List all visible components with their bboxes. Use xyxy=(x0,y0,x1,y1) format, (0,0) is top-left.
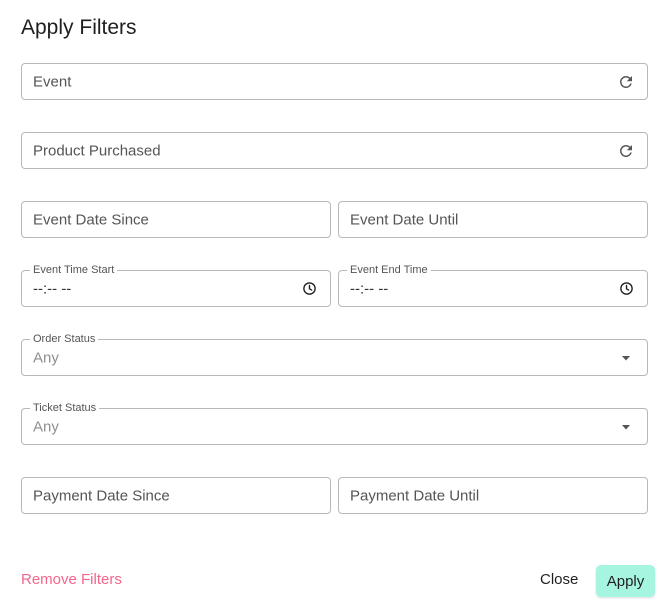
clock-icon[interactable] xyxy=(300,280,318,298)
dropdown-arrow-icon[interactable] xyxy=(617,349,635,367)
dropdown-arrow-icon[interactable] xyxy=(617,418,635,436)
payment-date-since-input[interactable]: Payment Date Since xyxy=(21,477,331,514)
ticket-status-label: Ticket Status xyxy=(30,402,100,415)
refresh-icon[interactable] xyxy=(617,73,635,91)
ticket-status-value: Any xyxy=(33,418,59,435)
apply-filters-dialog: Apply Filters Event Product Purchased Ev… xyxy=(0,0,670,604)
event-placeholder: Event xyxy=(33,73,72,90)
event-time-start-value: --:-- -- xyxy=(33,280,72,297)
refresh-icon[interactable] xyxy=(617,142,635,160)
event-input[interactable]: Event xyxy=(21,63,648,100)
payment-date-since-placeholder: Payment Date Since xyxy=(33,487,170,504)
order-status-label: Order Status xyxy=(30,333,99,346)
payment-date-until-placeholder: Payment Date Until xyxy=(350,487,480,504)
ticket-status-select[interactable]: Ticket Status Any xyxy=(21,402,648,445)
payment-date-until-input[interactable]: Payment Date Until xyxy=(338,477,648,514)
close-button[interactable]: Close xyxy=(540,571,578,588)
remove-filters-button[interactable]: Remove Filters xyxy=(21,571,122,588)
order-status-value: Any xyxy=(33,349,59,366)
clock-icon[interactable] xyxy=(617,280,635,298)
event-date-since-input[interactable]: Event Date Since xyxy=(21,201,331,238)
event-end-time-input[interactable]: Event End Time --:-- -- xyxy=(338,264,648,307)
event-date-until-input[interactable]: Event Date Until xyxy=(338,201,648,238)
product-purchased-placeholder: Product Purchased xyxy=(33,142,161,159)
dialog-title: Apply Filters xyxy=(21,16,137,39)
apply-button[interactable]: Apply xyxy=(596,565,655,597)
event-time-start-label: Event Time Start xyxy=(30,264,118,277)
event-end-time-label: Event End Time xyxy=(347,264,431,277)
product-purchased-input[interactable]: Product Purchased xyxy=(21,132,648,169)
event-date-since-placeholder: Event Date Since xyxy=(33,211,149,228)
order-status-select[interactable]: Order Status Any xyxy=(21,333,648,376)
event-time-start-input[interactable]: Event Time Start --:-- -- xyxy=(21,264,331,307)
event-end-time-value: --:-- -- xyxy=(350,280,389,297)
event-date-until-placeholder: Event Date Until xyxy=(350,211,459,228)
